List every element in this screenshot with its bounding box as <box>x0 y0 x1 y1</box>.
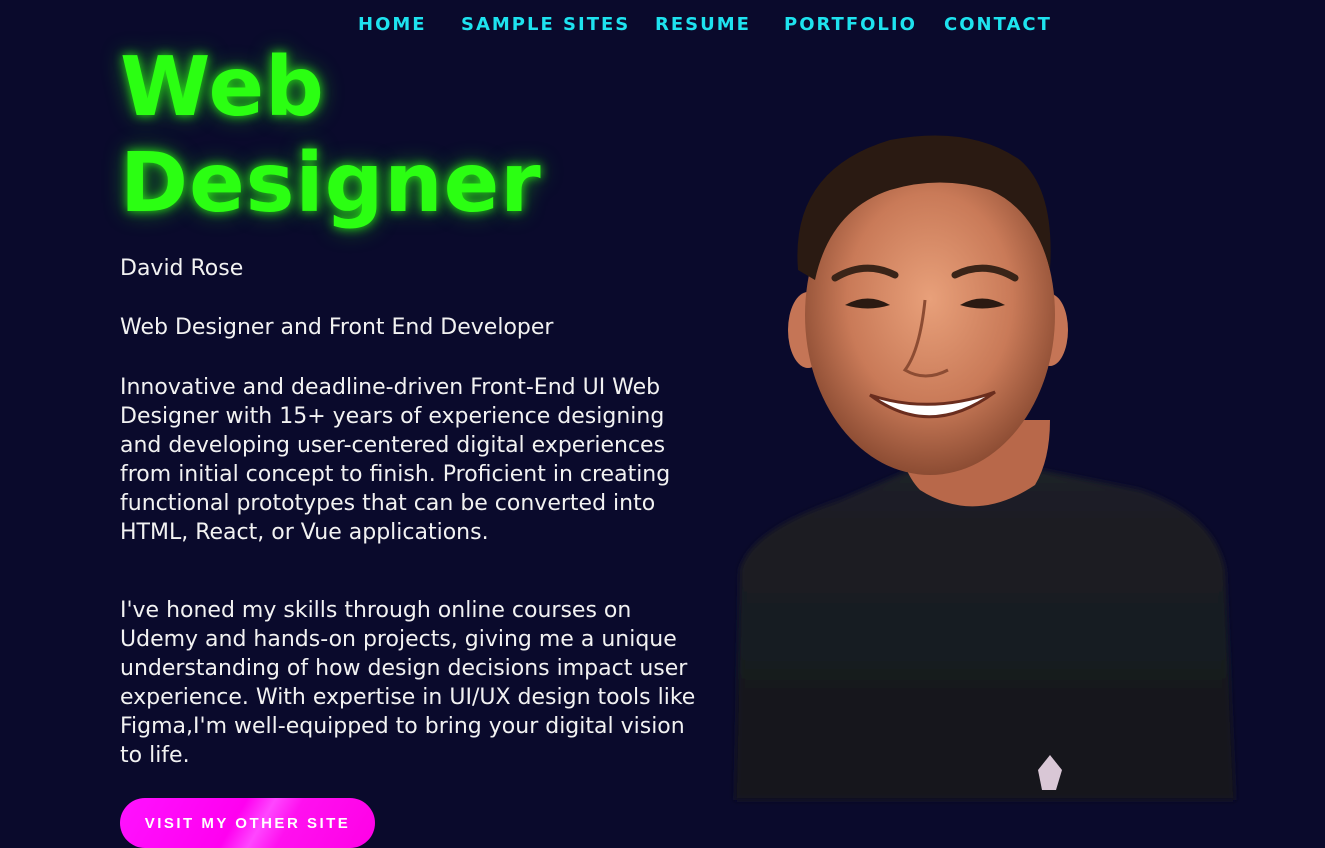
hero-title-line2: Designer <box>120 136 542 231</box>
main-nav: HOME SAMPLE SITES RESUME PORTFOLIO CONTA… <box>0 14 1325 42</box>
hero-title-line1: Web <box>120 40 325 135</box>
nav-item-resume[interactable]: RESUME <box>655 14 751 35</box>
hero-title: Web Designer <box>120 40 680 232</box>
author-role: Web Designer and Front End Developer <box>120 315 554 340</box>
author-name: David Rose <box>120 256 244 281</box>
profile-photo <box>720 130 1240 810</box>
nav-item-home[interactable]: HOME <box>358 14 427 35</box>
nav-item-sample-sites[interactable]: SAMPLE SITES <box>461 14 630 35</box>
nav-item-portfolio[interactable]: PORTFOLIO <box>784 14 917 35</box>
visit-other-site-button[interactable]: VISIT MY OTHER SITE <box>120 798 375 848</box>
skills-paragraph: I've honed my skills through online cour… <box>120 598 696 768</box>
nav-item-contact[interactable]: CONTACT <box>944 14 1052 35</box>
intro-paragraph: Innovative and deadline-driven Front-End… <box>120 375 671 545</box>
